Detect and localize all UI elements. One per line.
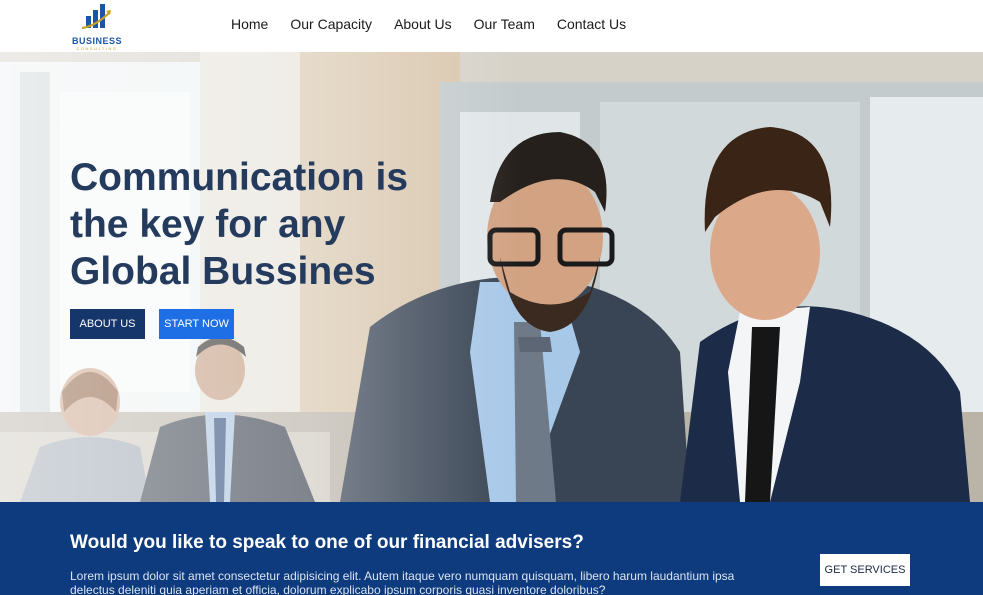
cta-title: Would you like to speak to one of our fi…: [70, 532, 584, 553]
nav-home[interactable]: Home: [221, 15, 278, 35]
site-header: BUSINESS CONSULTING Home Our Capacity Ab…: [0, 0, 983, 52]
get-services-button[interactable]: GET SERVICES: [820, 554, 910, 586]
bar-chart-arrow-logo-icon: [81, 4, 111, 30]
advisers-cta-section: Would you like to speak to one of our fi…: [0, 502, 983, 595]
start-now-button[interactable]: START NOW: [159, 309, 234, 339]
brand-name: BUSINESS: [71, 36, 122, 46]
main-nav: Home Our Capacity About Us Our Team Cont…: [221, 15, 638, 35]
nav-our-capacity[interactable]: Our Capacity: [280, 15, 382, 35]
about-us-button[interactable]: ABOUT US: [70, 309, 145, 339]
nav-about-us[interactable]: About Us: [384, 15, 462, 35]
hero-title: Communication is the key for any Global …: [70, 156, 409, 293]
cta-text: Lorem ipsum dolor sit amet consectetur a…: [70, 569, 735, 595]
nav-our-team[interactable]: Our Team: [464, 15, 545, 35]
brand-tagline: CONSULTING: [76, 46, 118, 51]
hero-section: Communication is the key for any Global …: [0, 52, 983, 502]
nav-contact-us[interactable]: Contact Us: [547, 15, 636, 35]
brand-logo[interactable]: BUSINESS CONSULTING: [68, 2, 126, 51]
